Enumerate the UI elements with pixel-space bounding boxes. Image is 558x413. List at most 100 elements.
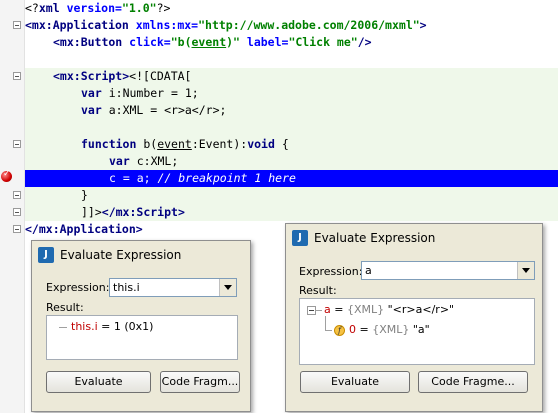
- code-token: :Number = 1;: [115, 86, 199, 100]
- node-type: {XML}: [346, 303, 385, 316]
- tree-connector: [325, 330, 332, 331]
- code-line-3[interactable]: <mx:Button click="b(event)" label="Click…: [25, 34, 372, 51]
- code-token: >: [419, 18, 427, 32]
- code-token: function: [81, 137, 144, 151]
- code-token: <![CDATA[: [129, 69, 192, 83]
- code-token: </mx:Application>: [25, 222, 143, 236]
- node-name: a: [324, 303, 331, 316]
- code-token: var: [81, 103, 109, 117]
- code-line-empty[interactable]: [25, 119, 558, 136]
- dialog-title: Evaluate Expression: [314, 231, 436, 245]
- breakpoint-line[interactable]: c = a; // breakpoint 1 here: [25, 170, 558, 187]
- code-token: xmlns:mx=: [128, 18, 199, 32]
- code-token: :Event):: [191, 137, 248, 151]
- code-token: event: [157, 137, 192, 151]
- code-token: />: [357, 35, 372, 49]
- code-token: click=: [122, 35, 171, 49]
- fold-marker-icon[interactable]: [13, 140, 21, 148]
- fold-marker-icon[interactable]: [13, 208, 21, 216]
- fold-marker-icon[interactable]: [13, 21, 21, 29]
- evaluate-expression-dialog[interactable]: J Evaluate Expression Expression: a Resu…: [285, 223, 543, 412]
- code-token: var: [109, 154, 137, 168]
- chevron-down-icon[interactable]: [517, 262, 534, 279]
- node-eq: =: [330, 303, 347, 316]
- code-token: "b(: [170, 35, 192, 49]
- result-label: Result:: [299, 284, 337, 297]
- code-line-4[interactable]: <mx:Script><![CDATA[: [25, 68, 558, 85]
- code-token: var: [81, 86, 109, 100]
- node-name: 0: [349, 323, 356, 336]
- code-token: event: [191, 35, 227, 49]
- code-token: ?>: [156, 1, 171, 15]
- code-token: void: [247, 137, 275, 151]
- editor-gutter[interactable]: [0, 0, 25, 413]
- code-line-2[interactable]: <mx:Application xmlns:mx="http://www.ado…: [25, 17, 427, 34]
- intellij-logo-icon: J: [292, 230, 308, 246]
- node-eq: =: [356, 323, 373, 336]
- code-line-12[interactable]: </mx:Application>: [25, 221, 143, 238]
- code-line-5[interactable]: var i:Number = 1;: [25, 85, 558, 102]
- evaluate-button[interactable]: Evaluate: [46, 371, 151, 393]
- code-comment: // breakpoint 1 here: [157, 171, 296, 185]
- code-token: "Click me": [288, 35, 358, 49]
- code-token: xml: [38, 1, 60, 15]
- expression-combobox[interactable]: a: [361, 261, 535, 280]
- evaluate-button[interactable]: Evaluate: [300, 371, 410, 393]
- code-line-11[interactable]: ]]></mx:Script>: [25, 204, 558, 221]
- fold-marker-icon[interactable]: [13, 72, 21, 80]
- code-token: a: [108, 103, 116, 117]
- code-line-1[interactable]: <?xml version="1.0"?>: [25, 0, 170, 17]
- code-token: "http://www.adobe.com/2006/mxml": [198, 18, 420, 32]
- tree-connector: [316, 310, 322, 311]
- tree-connector: [325, 316, 326, 330]
- result-label: Result:: [46, 301, 84, 314]
- code-token: }: [81, 188, 88, 202]
- code-token: </mx:Script>: [101, 205, 185, 219]
- code-token: c: [136, 154, 144, 168]
- expression-label: Expression:: [299, 265, 363, 278]
- code-fragment-button[interactable]: Code Fragm...: [160, 371, 240, 393]
- expression-label: Expression:: [46, 281, 110, 294]
- code-token: <mx:Button: [53, 35, 123, 49]
- expression-value: this.i: [113, 281, 140, 294]
- breakpoint-icon[interactable]: [1, 169, 12, 182]
- dialog-title: Evaluate Expression: [60, 248, 182, 262]
- code-line-7[interactable]: function b(event:Event):void {: [25, 136, 558, 153]
- fold-marker-icon[interactable]: [13, 191, 21, 199]
- dialog-title-bar[interactable]: J Evaluate Expression: [286, 224, 542, 254]
- code-token: version=: [59, 1, 122, 15]
- code-token: ]]>: [81, 205, 102, 219]
- code-line-10[interactable]: }: [25, 187, 558, 204]
- node-type: {XML}: [372, 323, 410, 336]
- code-token: c = a;: [109, 171, 158, 185]
- tree-connector: [59, 327, 67, 328]
- result-root-node[interactable]: a = {XML} "<r>a</r>": [324, 303, 454, 316]
- code-token: <mx:Script>: [53, 69, 130, 83]
- result-tree[interactable]: this.i = 1 (0x1): [46, 315, 238, 360]
- collapse-icon[interactable]: [307, 306, 316, 315]
- code-token: :XML = <r>a</r>;: [115, 103, 227, 117]
- code-token: :XML;: [143, 154, 179, 168]
- code-token: {: [274, 137, 289, 151]
- evaluate-expression-dialog[interactable]: J Evaluate Expression Expression: this.i…: [31, 240, 251, 412]
- node-value: "<r>a</r>": [384, 303, 455, 316]
- result-child-node[interactable]: 0 = {XML} "a": [349, 323, 430, 336]
- code-fragment-button[interactable]: Code Fragme...: [418, 371, 528, 393]
- result-tree[interactable]: a = {XML} "<r>a</r>" f 0 = {XML} "a": [299, 298, 535, 365]
- node-value: "a": [409, 323, 430, 336]
- code-line-6[interactable]: var a:XML = <r>a</r>;: [25, 102, 558, 119]
- code-line-8[interactable]: var c:XML;: [25, 153, 558, 170]
- chevron-down-icon[interactable]: [219, 279, 236, 296]
- result-node[interactable]: this.i = 1 (0x1): [71, 320, 153, 333]
- code-token: <?: [25, 1, 39, 15]
- code-token: <mx:Application: [25, 18, 129, 32]
- code-token: )": [226, 35, 240, 49]
- result-node-value: = 1 (0x1): [97, 320, 154, 333]
- dialog-title-bar[interactable]: J Evaluate Expression: [32, 241, 250, 271]
- expression-combobox[interactable]: this.i: [109, 278, 237, 297]
- expression-value: a: [365, 264, 372, 277]
- field-icon: f: [334, 325, 345, 336]
- fold-marker-icon[interactable]: [13, 225, 21, 233]
- result-node-name: this.i: [71, 320, 98, 333]
- code-token: i: [108, 86, 116, 100]
